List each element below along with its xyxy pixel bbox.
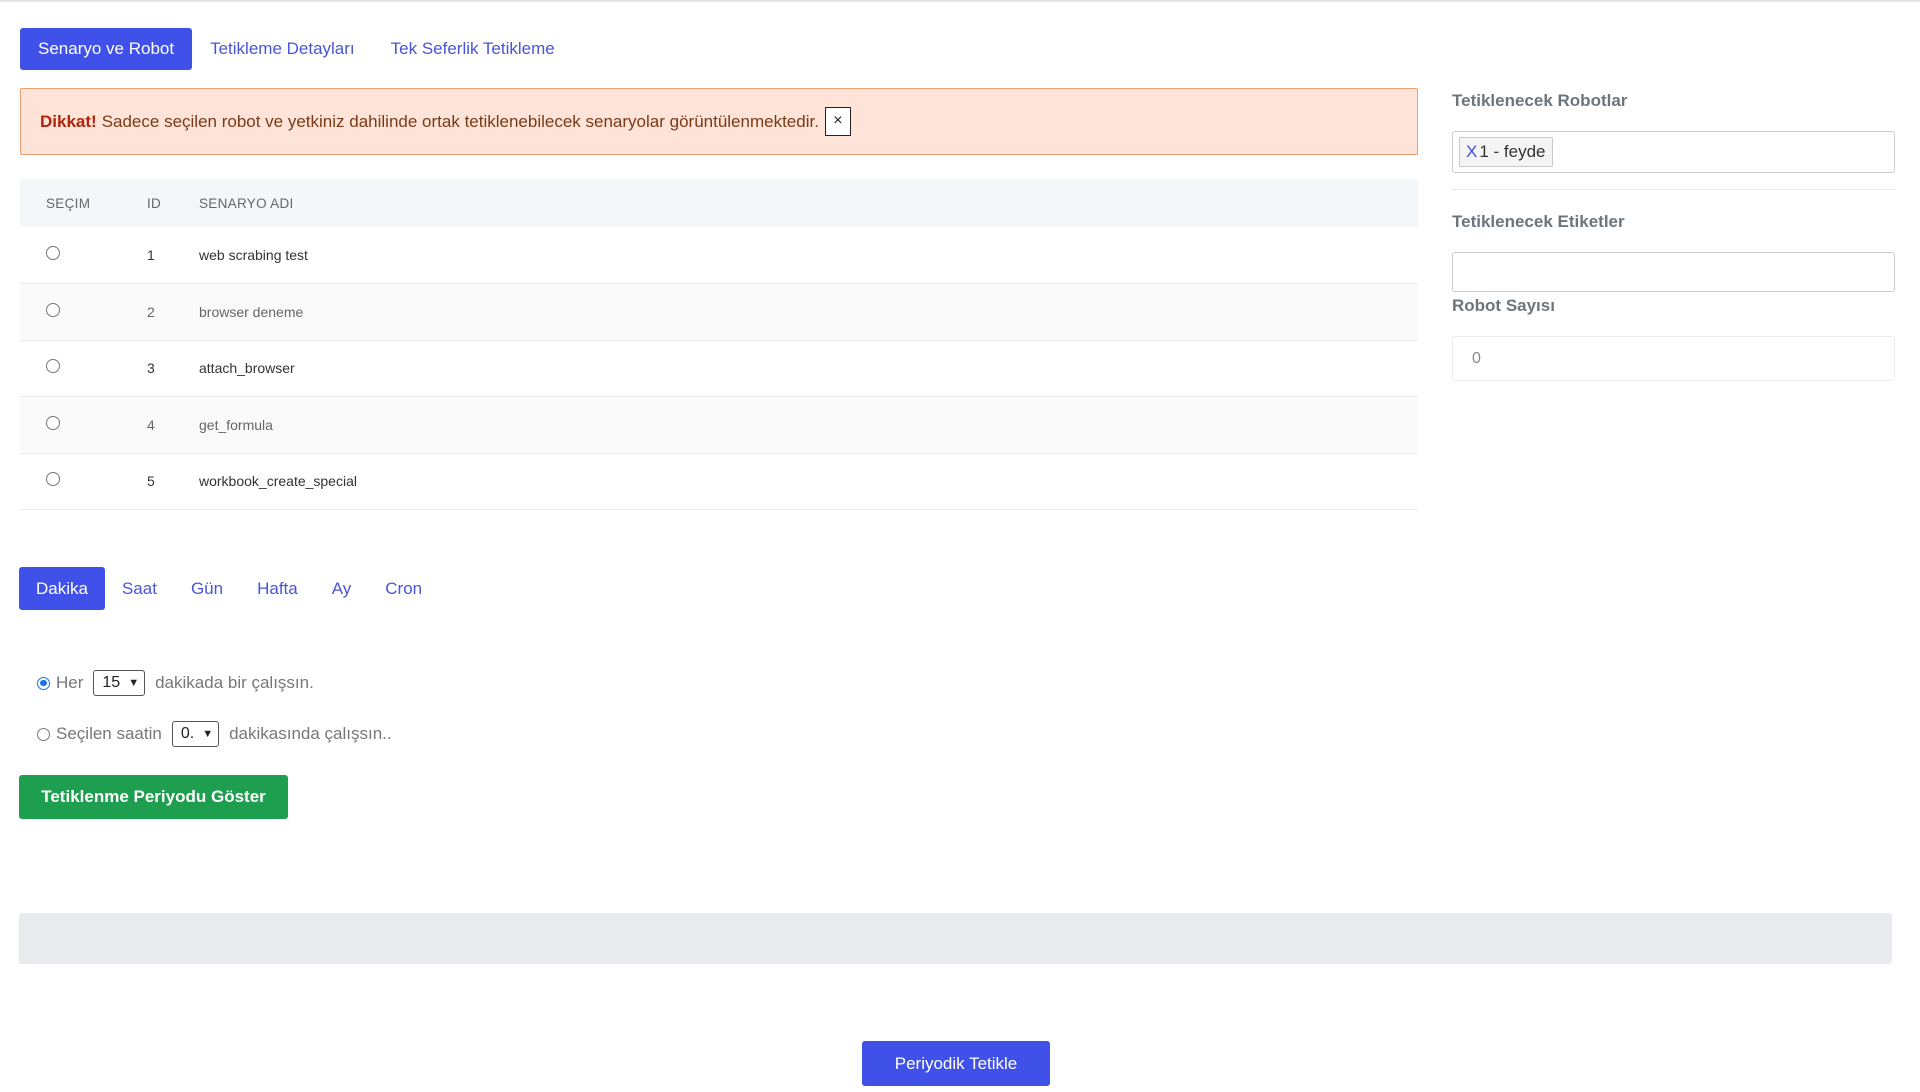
table-row: 1 web scrabing test	[20, 227, 1418, 284]
every-radio[interactable]	[37, 676, 50, 690]
selected-hour-suffix: dakikasında çalışsın..	[229, 724, 392, 743]
robots-multiselect[interactable]: X 1 - feyde	[1452, 131, 1895, 173]
row-id: 3	[147, 360, 155, 377]
top-divider	[0, 0, 1920, 2]
row-scenario-name: get_formula	[199, 416, 273, 433]
warning-alert: Dikkat! Sadece seçilen robot ve yetkiniz…	[20, 88, 1418, 155]
header-scenario-name: SENARYO ADI	[199, 195, 294, 211]
top-tabs: Senaryo ve Robot Tetikleme Detayları Tek…	[20, 28, 573, 70]
row-select-radio[interactable]	[46, 472, 60, 487]
option-selected-hour: Seçilen saatin 0. ▼ dakikasında çalışsın…	[37, 721, 392, 747]
header-select: SEÇIM	[46, 195, 91, 211]
tab-tetikleme-detaylari[interactable]: Tetikleme Detayları	[192, 28, 373, 70]
tab-tek-seferlik-tetikleme[interactable]: Tek Seferlik Tetikleme	[373, 28, 573, 70]
row-id: 1	[147, 247, 155, 263]
tab-cron[interactable]: Cron	[368, 567, 439, 610]
robot-count-field: 0	[1452, 336, 1895, 381]
row-select-radio[interactable]	[46, 415, 60, 430]
period-tabs: Dakika Saat Gün Hafta Ay Cron	[19, 567, 439, 610]
robot-tag-label: 1 - feyde	[1479, 142, 1546, 161]
row-id: 2	[147, 303, 155, 320]
table-row: 5 workbook_create_special	[20, 453, 1418, 510]
table-row: 2 browser deneme	[20, 283, 1418, 340]
alert-title: Dikkat!	[40, 111, 97, 131]
row-select-radio[interactable]	[46, 246, 60, 261]
row-scenario-name: attach_browser	[199, 360, 295, 377]
every-label: Her	[56, 673, 84, 692]
show-period-button[interactable]: Tetiklenme Periyodu Göster	[19, 775, 288, 819]
table-header-row: SEÇIM ID SENARYO ADI	[20, 179, 1418, 227]
robot-tag: X 1 - feyde	[1459, 137, 1553, 167]
periodic-trigger-button[interactable]: Periyodik Tetikle	[862, 1041, 1050, 1086]
robot-count-label: Robot Sayısı	[1452, 296, 1555, 315]
tab-hafta[interactable]: Hafta	[240, 567, 315, 610]
row-id: 5	[147, 473, 155, 490]
row-select-radio[interactable]	[46, 302, 60, 317]
selected-hour-radio[interactable]	[37, 727, 50, 741]
row-scenario-name: workbook_create_special	[199, 473, 357, 490]
table-row: 4 get_formula	[20, 396, 1418, 453]
tab-gun[interactable]: Gün	[174, 567, 240, 610]
row-select-radio[interactable]	[46, 359, 60, 374]
selected-hour-label: Seçilen saatin	[56, 724, 162, 743]
robots-label: Tetiklenecek Robotlar	[1452, 91, 1628, 110]
header-id: ID	[147, 195, 162, 211]
tags-label: Tetiklenecek Etiketler	[1452, 212, 1625, 231]
tab-senaryo-ve-robot[interactable]: Senaryo ve Robot	[20, 28, 193, 70]
option-every-minutes: Her 15 ▼ dakikada bir çalışsın.	[37, 670, 314, 696]
alert-close-button[interactable]: ×	[824, 107, 851, 136]
scenario-table: SEÇIM ID SENARYO ADI 1 web scrabing test…	[20, 179, 1418, 510]
every-minutes-value: 15	[102, 674, 121, 691]
chevron-down-icon: ▼	[202, 728, 214, 740]
table-row: 3 attach_browser	[20, 340, 1418, 397]
row-scenario-name: browser deneme	[199, 303, 304, 320]
tab-saat[interactable]: Saat	[105, 567, 174, 610]
selected-hour-value: 0.	[180, 725, 195, 742]
selected-hour-select[interactable]: 0. ▼	[171, 721, 220, 747]
every-suffix: dakikada bir çalışsın.	[155, 673, 314, 692]
chevron-down-icon: ▼	[128, 677, 140, 689]
right-divider	[1452, 189, 1895, 190]
robot-tag-remove-button[interactable]: X	[1466, 142, 1477, 162]
tab-dakika[interactable]: Dakika	[19, 567, 105, 610]
row-scenario-name: web scrabing test	[199, 247, 308, 263]
tags-input[interactable]	[1452, 252, 1895, 292]
row-id: 4	[147, 416, 155, 433]
alert-message: Sadece seçilen robot ve yetkiniz dahilin…	[101, 111, 819, 131]
period-output-area	[19, 913, 1892, 964]
tab-ay[interactable]: Ay	[315, 567, 369, 610]
every-minutes-select[interactable]: 15 ▼	[93, 670, 146, 696]
